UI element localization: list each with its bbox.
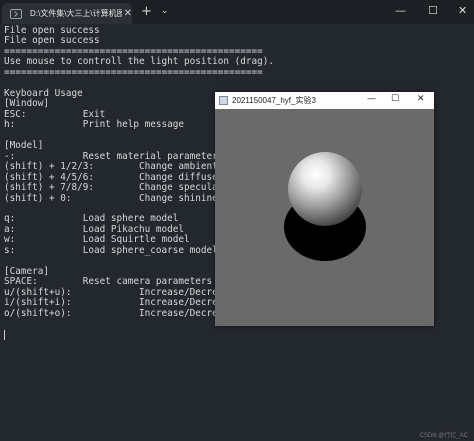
opengl-window[interactable]: 2021150047_hyf_实验3 — ☐ ✕ [215, 92, 434, 326]
new-tab-button[interactable]: + [141, 4, 152, 19]
terminal-tab-bar: D:\文件集\大三上\计算机图形 ✕ + ⌄ — ☐ ✕ [0, 0, 474, 24]
tab-title: D:\文件集\大三上\计算机图形 [29, 9, 122, 18]
gl-minimize-button[interactable]: — [367, 94, 376, 104]
opengl-window-title: 2021150047_hyf_实验3 [232, 96, 316, 105]
terminal-icon [10, 8, 22, 19]
minimize-button[interactable]: — [395, 4, 406, 17]
sphere-model [288, 152, 362, 226]
close-button[interactable]: ✕ [458, 4, 467, 17]
gl-maximize-button[interactable]: ☐ [391, 94, 399, 104]
app-icon [219, 96, 228, 105]
render-canvas[interactable] [215, 109, 434, 326]
terminal-tab[interactable]: D:\文件集\大三上\计算机图形 ✕ [2, 3, 132, 24]
close-icon[interactable]: ✕ [124, 8, 132, 19]
gl-close-button[interactable]: ✕ [417, 94, 425, 104]
watermark: CSDN @行忆_AC [419, 433, 468, 439]
maximize-button[interactable]: ☐ [428, 4, 438, 17]
terminal-line: ========================================… [4, 66, 263, 78]
chevron-down-icon[interactable]: ⌄ [161, 6, 169, 16]
opengl-titlebar[interactable]: 2021150047_hyf_实验3 — ☐ ✕ [215, 92, 434, 109]
text-cursor [4, 330, 5, 340]
